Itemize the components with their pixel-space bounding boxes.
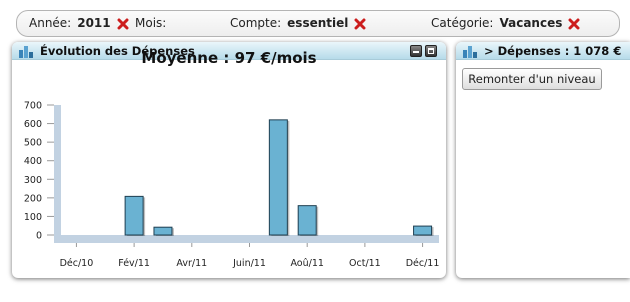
y-tick-label: 100 <box>24 212 42 223</box>
x-axis-band <box>54 235 439 243</box>
y-axis-band <box>54 105 61 243</box>
expense-detail-panel-header[interactable]: > Dépenses : 1 078 € <box>456 42 630 60</box>
bar-Déc/11[interactable] <box>413 225 433 236</box>
x-tick-label: Fév/11 <box>118 258 150 269</box>
y-tick-label: 400 <box>24 156 42 167</box>
x-tick-label: Oct/11 <box>349 258 381 269</box>
y-tick-label: 200 <box>24 193 42 204</box>
y-tick-label: 600 <box>24 119 42 130</box>
go-up-level-button[interactable]: Remonter d'un niveau <box>462 68 602 90</box>
x-tick-label: Juin/11 <box>232 258 266 269</box>
bar-chart-icon <box>462 44 478 58</box>
x-tick-label: Avr/11 <box>176 258 207 269</box>
y-tick-label: 0 <box>36 231 42 242</box>
x-tick-label: Déc/11 <box>406 258 440 269</box>
x-tick-label: Aoû/11 <box>290 258 323 269</box>
bar-Mar/11[interactable] <box>153 226 173 236</box>
y-tick-label: 500 <box>24 138 42 149</box>
x-tick-label: Déc/10 <box>60 258 94 269</box>
bar-Juil/11[interactable] <box>268 119 288 236</box>
bar-Aoû/11[interactable] <box>297 205 317 236</box>
bar-Fév/11[interactable] <box>124 195 144 236</box>
expense-detail-panel-title: > Dépenses : 1 078 € <box>484 44 622 58</box>
y-tick-label: 700 <box>24 101 42 112</box>
y-tick-label: 300 <box>24 175 42 186</box>
expense-detail-panel: > Dépenses : 1 078 € Remonter d'un nivea… <box>456 42 630 278</box>
